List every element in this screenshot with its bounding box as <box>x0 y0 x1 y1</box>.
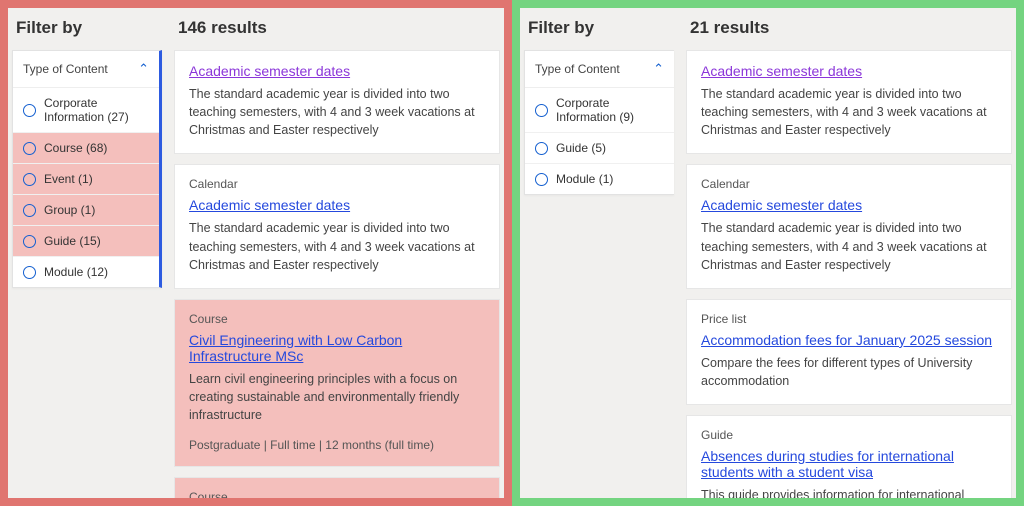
result-tag: Calendar <box>701 177 997 191</box>
facet-item[interactable]: Group (1) <box>13 194 159 225</box>
variant-panel-right: Filter by Type of Content ⌃ Corporate In… <box>512 0 1024 506</box>
radio-icon <box>535 173 548 186</box>
result-description: The standard academic year is divided in… <box>701 219 997 273</box>
result-card: Calendar Academic semester dates The stand… <box>686 164 1012 288</box>
result-title-link[interactable]: Academic semester dates <box>189 63 350 79</box>
result-description: This guide provides information for inte… <box>701 486 997 498</box>
filter-column: Filter by Type of Content ⌃ Corporate In… <box>524 14 674 195</box>
facet-item[interactable]: Guide (15) <box>13 225 159 256</box>
facet-item[interactable]: Module (1) <box>525 163 674 194</box>
result-title-link[interactable]: Civil Engineering with Low Carbon Infras… <box>189 332 485 364</box>
facet-header[interactable]: Type of Content ⌃ <box>525 51 674 88</box>
facet-item-label: Corporate Information (27) <box>44 96 149 124</box>
facet-item[interactable]: Module (12) <box>13 256 159 287</box>
result-card: Guide Absences during studies for interna… <box>686 415 1012 498</box>
facet-item[interactable]: Corporate Information (27) <box>13 88 159 132</box>
result-card: Course Civil Engineering with Low Carbon … <box>174 299 500 467</box>
results-list-left: Academic semester dates The standard acad… <box>174 50 500 498</box>
facet-header-label: Type of Content <box>23 62 108 76</box>
columns: Filter by Type of Content ⌃ Corporate In… <box>524 14 1012 498</box>
chevron-up-icon: ⌃ <box>653 61 664 77</box>
radio-icon <box>23 173 36 186</box>
variant-panel-left: Filter by Type of Content ⌃ Corporate In… <box>0 0 512 506</box>
result-card: Calendar Academic semester dates The stand… <box>174 164 500 288</box>
facet-item-label: Module (12) <box>44 265 108 279</box>
comparison-stage: Filter by Type of Content ⌃ Corporate In… <box>0 0 1024 506</box>
results-count: 21 results <box>690 18 1012 38</box>
radio-icon <box>23 142 36 155</box>
facet-card: Type of Content ⌃ Corporate Information … <box>12 50 162 288</box>
panel-inner: Filter by Type of Content ⌃ Corporate In… <box>520 8 1016 498</box>
filter-title: Filter by <box>528 18 674 38</box>
result-tag: Course <box>189 490 485 498</box>
facet-list-left: Corporate Information (27) Course (68) Eve… <box>13 88 159 287</box>
result-card: CourseCivil Engineering with Low Carbon … <box>174 477 500 498</box>
facet-item-label: Module (1) <box>556 172 613 186</box>
result-description: Compare the fees for different types of … <box>701 354 997 390</box>
result-meta: Postgraduate | Full time | 12 months (fu… <box>189 438 485 452</box>
columns: Filter by Type of Content ⌃ Corporate In… <box>12 14 500 498</box>
result-description: The standard academic year is divided in… <box>701 85 997 139</box>
chevron-up-icon: ⌃ <box>138 61 149 77</box>
result-title-link[interactable]: Academic semester dates <box>189 197 350 213</box>
result-title-link[interactable]: Absences during studies for internationa… <box>701 448 997 480</box>
radio-icon <box>23 204 36 217</box>
filter-column: Filter by Type of Content ⌃ Corporate In… <box>12 14 162 288</box>
result-card: Academic semester dates The standard acad… <box>686 50 1012 154</box>
facet-item[interactable]: Corporate Information (9) <box>525 88 674 132</box>
facet-item-label: Event (1) <box>44 172 93 186</box>
result-tag: Price list <box>701 312 997 326</box>
facet-item[interactable]: Course (68) <box>13 132 159 163</box>
radio-icon <box>535 104 548 117</box>
results-column: 21 results Academic semester dates The st… <box>686 14 1012 498</box>
facet-item-label: Guide (15) <box>44 234 101 248</box>
facet-header-label: Type of Content <box>535 62 620 76</box>
result-title-link[interactable]: Academic semester dates <box>701 63 862 79</box>
results-count: 146 results <box>178 18 500 38</box>
result-description: The standard academic year is divided in… <box>189 219 485 273</box>
facet-list-right: Corporate Information (9) Guide (5) Module… <box>525 88 674 194</box>
radio-icon <box>23 266 36 279</box>
radio-icon <box>23 104 36 117</box>
facet-item-label: Corporate Information (9) <box>556 96 664 124</box>
facet-item-label: Group (1) <box>44 203 95 217</box>
facet-item-label: Course (68) <box>44 141 107 155</box>
results-column: 146 results Academic semester dates The s… <box>174 14 500 498</box>
radio-icon <box>23 235 36 248</box>
facet-item[interactable]: Guide (5) <box>525 132 674 163</box>
results-list-right: Academic semester dates The standard acad… <box>686 50 1012 498</box>
facet-card: Type of Content ⌃ Corporate Information … <box>524 50 674 195</box>
result-card: Academic semester dates The standard acad… <box>174 50 500 154</box>
result-description: Learn civil engineering principles with … <box>189 370 485 424</box>
panel-inner: Filter by Type of Content ⌃ Corporate In… <box>8 8 504 498</box>
result-tag: Course <box>189 312 485 326</box>
result-tag: Calendar <box>189 177 485 191</box>
result-description: The standard academic year is divided in… <box>189 85 485 139</box>
result-title-link[interactable]: Academic semester dates <box>701 197 862 213</box>
result-tag: Guide <box>701 428 997 442</box>
facet-header[interactable]: Type of Content ⌃ <box>13 51 159 88</box>
result-title-link[interactable]: Accommodation fees for January 2025 sess… <box>701 332 992 348</box>
facet-item[interactable]: Event (1) <box>13 163 159 194</box>
filter-title: Filter by <box>16 18 162 38</box>
radio-icon <box>535 142 548 155</box>
facet-item-label: Guide (5) <box>556 141 606 155</box>
result-card: Price list Accommodation fees for January… <box>686 299 1012 405</box>
